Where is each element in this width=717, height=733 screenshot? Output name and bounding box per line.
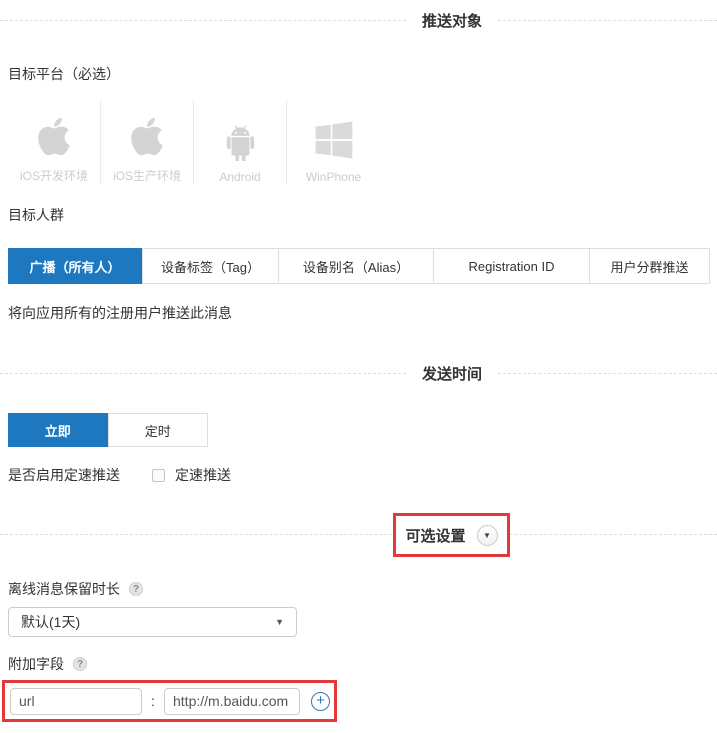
tab-user-segment-push[interactable]: 用户分群推送 [589, 249, 709, 283]
audience-tabbar: 广播（所有人） 设备标签（Tag） 设备别名（Alias） Registrati… [8, 248, 710, 284]
speed-push-checkbox-label: 定速推送 [175, 465, 231, 485]
offline-duration-selected-value: 默认(1天) [21, 612, 80, 632]
apple-icon [36, 102, 72, 158]
divider [0, 20, 406, 21]
extra-field-key-input[interactable] [10, 688, 142, 715]
extra-fields-row: 附加字段 ? [8, 654, 87, 674]
divider [0, 373, 406, 374]
extra-fields-label: 附加字段 [8, 654, 64, 674]
offline-duration-row: 离线消息保留时长 ? [8, 579, 143, 599]
optional-settings-expand-button[interactable]: ▼ [477, 525, 498, 546]
tab-broadcast-all[interactable]: 广播（所有人） [8, 248, 142, 284]
speed-push-question-label: 是否启用定速推送 [8, 465, 120, 485]
tab-device-alias[interactable]: 设备别名（Alias） [278, 249, 433, 283]
divider [0, 534, 717, 535]
tab-device-tag[interactable]: 设备标签（Tag） [142, 249, 278, 283]
send-time-section-header: 发送时间 [0, 363, 717, 383]
windows-icon [313, 105, 355, 161]
optional-settings-highlight: 可选设置 ▼ [393, 513, 510, 557]
platform-label: iOS生产环境 [113, 167, 181, 184]
chevron-down-icon: ▼ [275, 617, 284, 627]
plus-circle-icon[interactable]: + [311, 692, 330, 711]
platform-ios-prod[interactable]: iOS生产环境 [101, 100, 194, 184]
android-icon [224, 105, 257, 161]
platform-ios-dev[interactable]: iOS开发环境 [8, 100, 101, 184]
help-icon[interactable]: ? [73, 657, 87, 671]
offline-duration-label: 离线消息保留时长 [8, 579, 120, 599]
optional-settings-divider: 可选设置 ▼ [0, 513, 717, 557]
divider [498, 373, 717, 374]
key-value-separator: : [142, 693, 164, 709]
target-platform-label: 目标平台（必选） [8, 64, 120, 84]
platform-list: iOS开发环境 iOS生产环境 Android WinPhone [8, 100, 380, 184]
apple-icon [129, 102, 165, 158]
optional-settings-title: 可选设置 [405, 525, 465, 546]
speed-push-checkbox[interactable] [152, 469, 165, 482]
divider [498, 20, 717, 21]
broadcast-description: 将向应用所有的注册用户推送此消息 [8, 303, 232, 323]
section-title-push-target: 推送对象 [422, 10, 482, 31]
tab-registration-id[interactable]: Registration ID [433, 249, 589, 283]
push-target-section-header: 推送对象 [0, 10, 717, 30]
speed-push-row: 是否启用定速推送 定速推送 [8, 465, 231, 485]
section-title-send-time: 发送时间 [422, 363, 482, 384]
target-audience-label: 目标人群 [8, 205, 64, 225]
offline-duration-select[interactable]: 默认(1天) ▼ [8, 607, 297, 637]
send-time-tabbar: 立即 定时 [8, 413, 208, 447]
platform-label: iOS开发环境 [20, 167, 88, 184]
chevron-down-icon: ▼ [483, 531, 491, 540]
help-icon[interactable]: ? [129, 582, 143, 596]
extra-field-highlight: : + [2, 680, 337, 722]
extra-field-value-input[interactable] [164, 688, 300, 715]
tab-immediate[interactable]: 立即 [8, 413, 108, 447]
platform-winphone[interactable]: WinPhone [287, 100, 380, 184]
platform-label: Android [219, 170, 260, 184]
platform-android[interactable]: Android [194, 100, 287, 184]
platform-label: WinPhone [306, 170, 361, 184]
tab-scheduled[interactable]: 定时 [108, 414, 208, 446]
